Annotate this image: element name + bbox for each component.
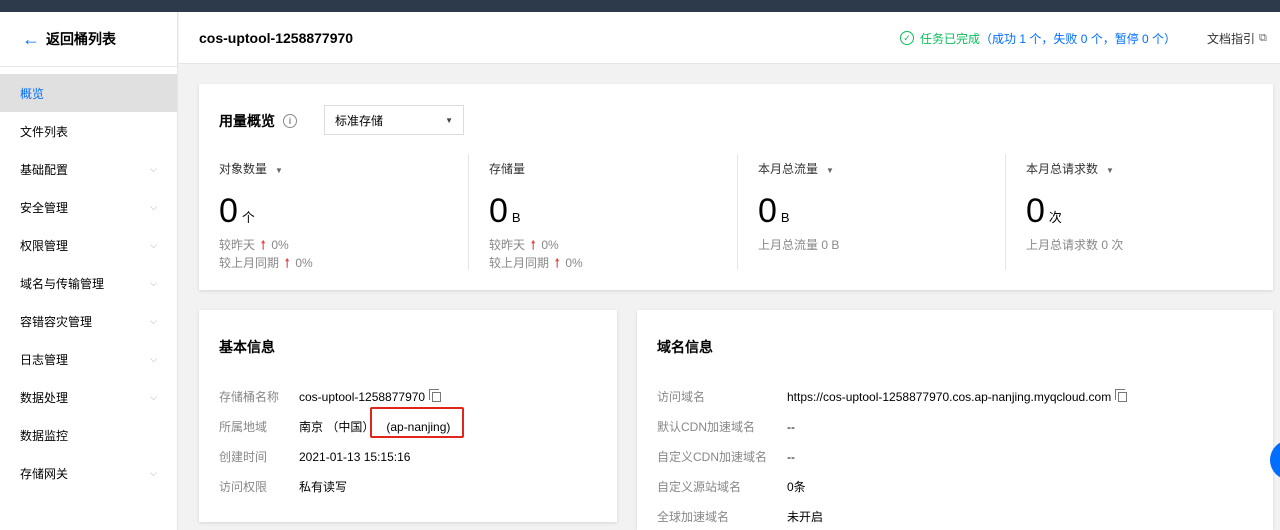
usage-title: 用量概览 (219, 113, 275, 129)
domain-row-global-accel: 全球加速域名 未开启 (657, 510, 824, 524)
default-cdn-value: -- (787, 419, 795, 434)
metric-value: 0 (758, 192, 777, 230)
chevron-down-icon: ⌵ (150, 163, 157, 174)
access-domain-value: https://cos-uptool-1258877970.cos.ap-nan… (787, 389, 1112, 404)
sidebar-item-fault-tolerance[interactable]: 容错容灾管理 ⌵ (0, 302, 177, 340)
domain-row-custom-cdn: 自定义CDN加速域名 -- (657, 449, 795, 465)
metric-value: 0 (219, 192, 238, 230)
caret-down-icon: ▼ (275, 166, 283, 175)
sidebar-item-overview[interactable]: 概览 (0, 74, 177, 112)
arrow-up-icon: 🠑 (531, 238, 536, 252)
sidebar-item-data-monitoring[interactable]: 数据监控 (0, 416, 177, 454)
copy-icon[interactable] (429, 388, 442, 402)
back-label: 返回桶列表 (46, 31, 116, 47)
caret-down-icon: ▼ (826, 166, 834, 175)
last-month-requests: 上月总请求数 0 次 (1026, 238, 1124, 252)
metric-label[interactable]: 对象数量 ▼ (219, 160, 283, 177)
caret-down-icon: ▼ (1106, 166, 1114, 175)
sidebar-item-data-processing[interactable]: 数据处理 ⌵ (0, 378, 177, 416)
metric-unit: B (780, 210, 790, 225)
sidebar-item-file-list[interactable]: 文件列表 (0, 112, 177, 150)
sidebar-item-security[interactable]: 安全管理 ⌵ (0, 188, 177, 226)
arrow-up-icon: 🠑 (261, 238, 266, 252)
chevron-down-icon: ⌵ (150, 277, 157, 288)
task-status-label: 任务已完成 (920, 31, 981, 46)
basic-info-card: 基本信息 存储桶名称 cos-uptool-1258877970 所属地域 南京… (199, 310, 617, 522)
info-row-created: 创建时间 2021-01-13 15:15:16 (219, 449, 411, 465)
info-row-access: 访问权限 私有读写 (219, 480, 348, 494)
last-month-traffic: 上月总流量 0 B (758, 238, 840, 252)
caret-down-icon: ▼ (445, 115, 453, 125)
sidebar-item-storage-gateway[interactable]: 存储网关 ⌵ (0, 454, 177, 492)
basic-info-title: 基本信息 (219, 339, 275, 355)
sidebar: ← 返回桶列表 概览 文件列表 基础配置 ⌵ 安全管理 ⌵ 权限管理 ⌵ 域名与传输管… (0, 12, 178, 530)
metric-value: 0 (489, 192, 508, 230)
page-title: cos-uptool-1258877970 (199, 29, 354, 46)
metric-label: 存储量 (489, 162, 526, 176)
top-bar (0, 0, 1280, 12)
chevron-down-icon: ⌵ (150, 353, 157, 364)
task-status[interactable]: ✓ 任务已完成 （成功 1 个，失败 0 个，暂停 0 个） (900, 12, 1176, 64)
copy-icon[interactable] (1115, 388, 1128, 402)
sidebar-item-basic-config[interactable]: 基础配置 ⌵ (0, 150, 177, 188)
metric-storage: 存储量 0B 较昨天 🠑 0% 较上月同期 🠑 0% (468, 154, 737, 270)
custom-origin-value: 0条 (787, 480, 806, 494)
domain-row-custom-origin: 自定义源站域名 0条 (657, 480, 806, 494)
domain-row-access: 访问域名 https://cos-uptool-1258877970.cos.a… (657, 388, 1128, 405)
back-arrow-icon: ← (22, 29, 40, 49)
doc-guide-link[interactable]: 文档指引 ⧉ (1207, 12, 1267, 64)
compare-last-month: 较上月同期 🠑 0% (219, 256, 313, 270)
sidebar-item-permissions[interactable]: 权限管理 ⌵ (0, 226, 177, 264)
check-circle-icon: ✓ (900, 31, 914, 45)
metric-monthly-traffic: 本月总流量 ▼ 0B 上月总流量 0 B (737, 154, 1005, 270)
storage-class-select[interactable]: 标准存储 ▼ (324, 105, 464, 135)
info-row-region: 所属地域 南京 （中国） (ap-nanjing) (219, 419, 451, 435)
chevron-down-icon: ⌵ (150, 467, 157, 478)
info-icon[interactable]: i (283, 114, 297, 128)
metric-label[interactable]: 本月总请求数 ▼ (1026, 160, 1114, 177)
back-to-bucket-list-button[interactable]: ← 返回桶列表 (0, 12, 177, 67)
chevron-down-icon: ⌵ (150, 201, 157, 212)
sidebar-item-logs[interactable]: 日志管理 ⌵ (0, 340, 177, 378)
metric-unit: B (511, 210, 521, 225)
sidebar-menu: 概览 文件列表 基础配置 ⌵ 安全管理 ⌵ 权限管理 ⌵ 域名与传输管理 ⌵ 容错容灾管… (0, 74, 177, 492)
chevron-down-icon: ⌵ (150, 391, 157, 402)
compare-last-month: 较上月同期 🠑 0% (489, 256, 583, 270)
external-link-icon: ⧉ (1259, 31, 1267, 44)
chevron-down-icon: ⌵ (150, 315, 157, 326)
metric-label[interactable]: 本月总流量 ▼ (758, 160, 834, 177)
custom-cdn-value: -- (787, 449, 795, 464)
global-accel-value: 未开启 (787, 510, 824, 524)
access-permission-value: 私有读写 (299, 480, 348, 494)
region-value: 南京 （中国） (299, 420, 375, 434)
task-status-detail: （成功 1 个，失败 0 个，暂停 0 个） (980, 31, 1177, 46)
domain-row-default-cdn: 默认CDN加速域名 -- (657, 419, 795, 435)
chevron-down-icon: ⌵ (150, 239, 157, 250)
metric-unit: 次 (1048, 210, 1062, 225)
bucket-name-value: cos-uptool-1258877970 (299, 389, 426, 404)
metric-value: 0 (1026, 192, 1045, 230)
usage-overview-card: 用量概览 i 标准存储 ▼ 对象数量 ▼ 0个 较昨天 🠑 0% 较上月同期 🠑 0% 存… (199, 84, 1273, 290)
highlight-box (370, 407, 464, 438)
domain-info-title: 域名信息 (657, 339, 713, 355)
arrow-up-icon: 🠑 (285, 256, 290, 270)
metric-unit: 个 (241, 210, 255, 225)
domain-info-card: 域名信息 访问域名 https://cos-uptool-1258877970.… (637, 310, 1273, 530)
sidebar-item-domain-transfer[interactable]: 域名与传输管理 ⌵ (0, 264, 177, 302)
info-row-bucket-name: 存储桶名称 cos-uptool-1258877970 (219, 388, 442, 405)
metric-monthly-requests: 本月总请求数 ▼ 0次 上月总请求数 0 次 (1005, 154, 1273, 270)
page-header: cos-uptool-1258877970 ✓ 任务已完成 （成功 1 个，失败… (179, 12, 1280, 64)
metric-object-count: 对象数量 ▼ 0个 较昨天 🠑 0% 较上月同期 🠑 0% (199, 154, 468, 270)
arrow-up-icon: 🠑 (555, 256, 560, 270)
created-time-value: 2021-01-13 15:15:16 (299, 449, 411, 464)
